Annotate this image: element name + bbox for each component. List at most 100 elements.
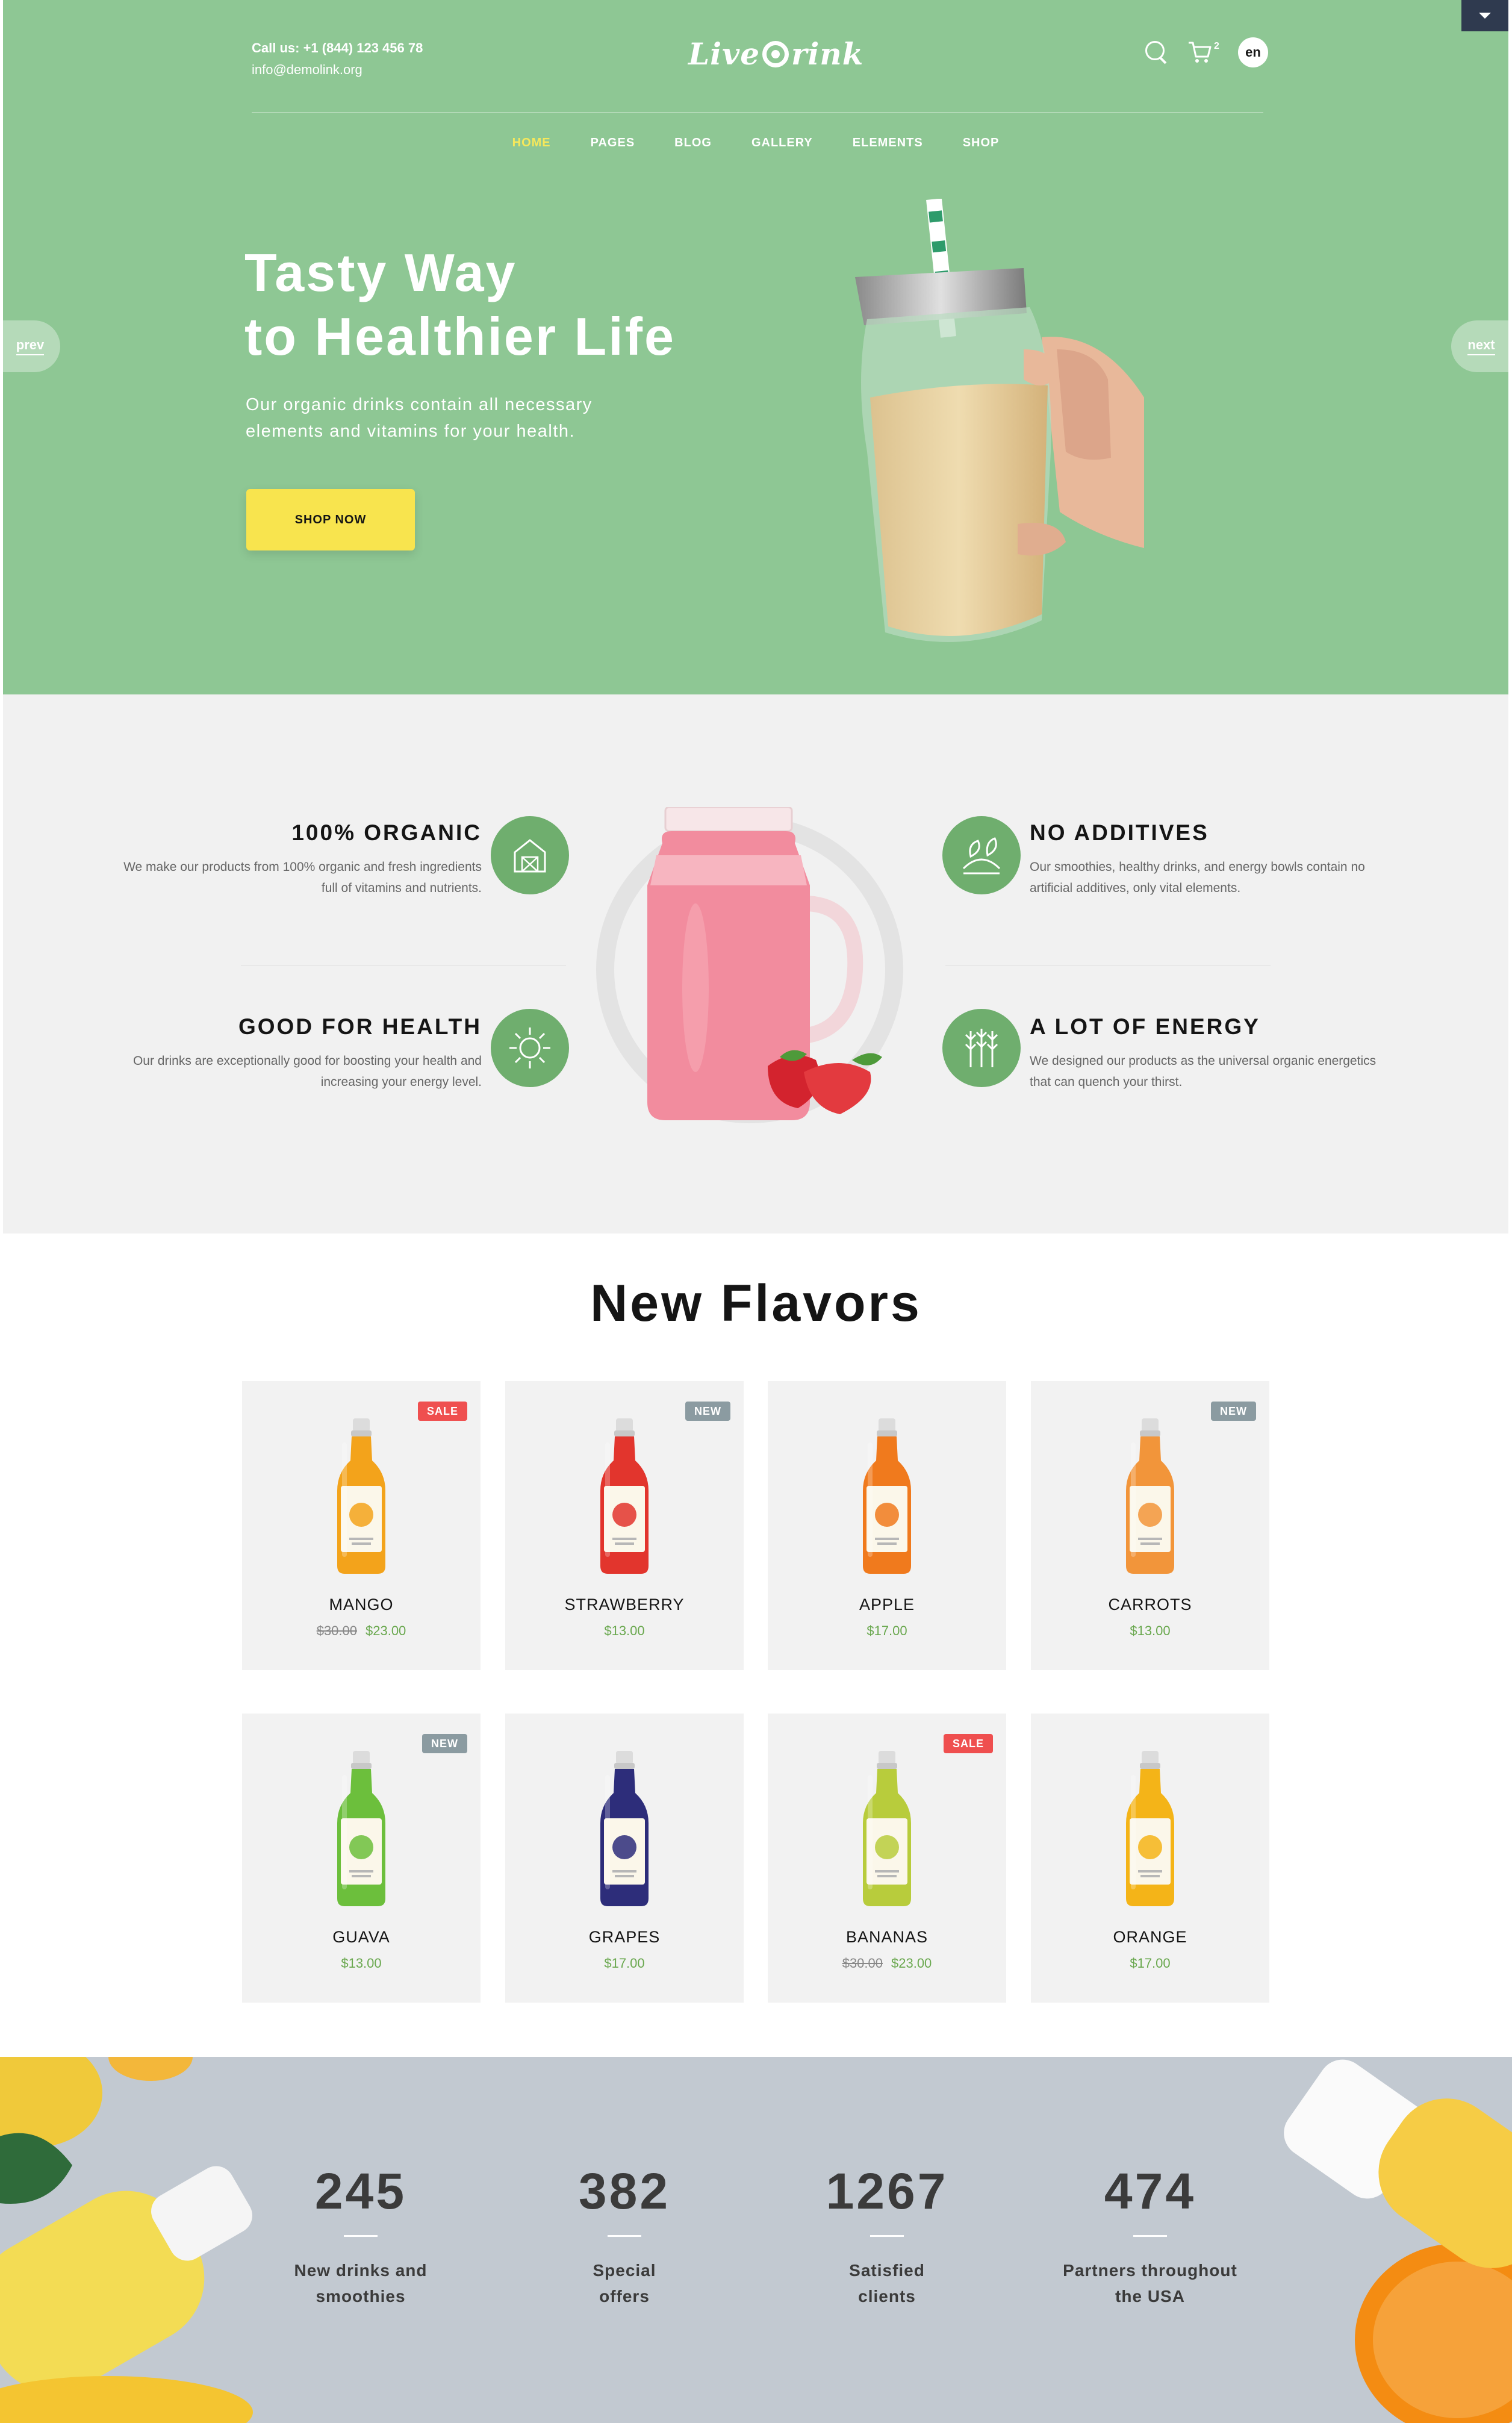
wheat-icon (942, 1009, 1021, 1087)
contact-info: Call us: +1 (844) 123 456 78 info@demoli… (252, 37, 423, 81)
juice-bottle-image (863, 1418, 911, 1574)
stat-label-line1: Satisfied (849, 2261, 925, 2280)
juice-bottle-image (337, 1751, 385, 1906)
stat-label-line2: the USA (1115, 2287, 1185, 2306)
stat-number: 382 (578, 2163, 671, 2219)
stat-label: Partners throughout the USA (1036, 2257, 1265, 2309)
current-price: $23.00 (366, 1623, 406, 1638)
product-price: $13.00 (1031, 1623, 1269, 1639)
product-name[interactable]: GUAVA (242, 1928, 481, 1947)
nav-item-blog[interactable]: BLOG (655, 136, 732, 150)
stat-label-line2: clients (858, 2287, 916, 2306)
product-card[interactable]: APPLE $17.00 (768, 1381, 1006, 1670)
product-card[interactable]: NEW CARROTS $13.00 (1031, 1381, 1269, 1670)
new-badge: NEW (1211, 1402, 1256, 1421)
cart-count-badge: 2 (1214, 41, 1219, 51)
leaves-icon (942, 816, 1021, 894)
stats-section: 245 New drinks and smoothies 382 Special… (0, 2057, 1512, 2423)
slider-next-button[interactable]: next (1451, 320, 1508, 372)
hero-title-line2: to Healthier Life (244, 307, 676, 366)
product-name[interactable]: APPLE (768, 1595, 1006, 1614)
hero-section: Call us: +1 (844) 123 456 78 info@demoli… (3, 0, 1508, 694)
product-name[interactable]: ORANGE (1031, 1928, 1269, 1947)
feature-energy-desc: We designed our products as the universa… (1030, 1054, 1377, 1089)
product-price: $17.00 (1031, 1956, 1269, 1971)
email-text[interactable]: info@demolink.org (252, 59, 423, 81)
nav-item-home[interactable]: HOME (493, 136, 571, 150)
site-logo[interactable]: Live rink (688, 36, 863, 72)
product-price: $30.00 $23.00 (242, 1623, 481, 1639)
product-card[interactable]: SALE MANGO $30.00 $23.00 (242, 1381, 481, 1670)
stat-divider (344, 2235, 378, 2237)
strawberry-smoothie-jar-image (596, 807, 903, 1123)
feature-health-desc: Our drinks are exceptionally good for bo… (132, 1054, 482, 1089)
stat-label-line1: New drinks and (294, 2261, 428, 2280)
old-price: $30.00 (316, 1623, 357, 1638)
stat-label-line2: smoothies (316, 2287, 406, 2306)
stat-counter: 474 Partners throughout the USA (1036, 2162, 1265, 2309)
shop-now-button[interactable]: SHOP NOW (246, 489, 415, 550)
stat-label: Special offers (510, 2257, 739, 2309)
product-card[interactable]: NEW STRAWBERRY $13.00 (505, 1381, 744, 1670)
prev-label: prev (16, 337, 45, 355)
panel-toggle-button[interactable] (1461, 0, 1508, 31)
stat-divider (608, 2235, 641, 2237)
sale-badge: SALE (417, 1402, 467, 1421)
current-price: $13.00 (604, 1623, 645, 1638)
product-card[interactable]: ORANGE $17.00 (1031, 1714, 1269, 2003)
new-badge: NEW (422, 1734, 467, 1753)
sun-icon (491, 1009, 569, 1087)
product-card[interactable]: GRAPES $17.00 (505, 1714, 744, 2003)
nav-item-shop[interactable]: SHOP (943, 136, 1019, 150)
product-name[interactable]: CARROTS (1031, 1595, 1269, 1614)
juice-bottle-image (337, 1418, 385, 1574)
nav-item-elements[interactable]: ELEMENTS (833, 136, 943, 150)
feature-health: GOOD FOR HEALTH Our drinks are exception… (120, 1014, 482, 1093)
product-card[interactable]: SALE BANANAS $30.00 $23.00 (768, 1714, 1006, 2003)
cart-icon[interactable]: 2 (1187, 40, 1220, 65)
juice-bottle-image (863, 1751, 911, 1906)
fruit-background-image (0, 2057, 1512, 2423)
header-icons: 2 en (1144, 37, 1268, 67)
stat-number: 474 (1104, 2163, 1196, 2219)
current-price: $13.00 (1130, 1623, 1171, 1638)
hero-description: Our organic drinks contain all necessary… (246, 395, 593, 441)
feature-organic-title: 100% ORGANIC (291, 820, 482, 845)
smoothie-jar-hand-image (855, 199, 1144, 642)
hero-title: Tasty Way to Healthier Life (244, 241, 676, 369)
search-icon[interactable] (1144, 40, 1169, 65)
juice-bottle-image (1126, 1418, 1174, 1574)
nav-item-pages[interactable]: PAGES (571, 136, 655, 150)
product-price: $17.00 (505, 1956, 744, 1971)
current-price: $17.00 (1130, 1956, 1171, 1971)
juice-bottle-image (600, 1418, 649, 1574)
current-price: $17.00 (604, 1956, 645, 1971)
product-name[interactable]: GRAPES (505, 1928, 744, 1947)
product-name[interactable]: MANGO (242, 1595, 481, 1614)
barn-icon (491, 816, 569, 894)
feature-energy-title: A LOT OF ENERGY (1030, 1014, 1260, 1039)
sale-badge: SALE (943, 1734, 993, 1753)
stat-label-line1: Special (593, 2261, 656, 2280)
logo-swirl-icon (762, 40, 789, 67)
product-card[interactable]: NEW GUAVA $13.00 (242, 1714, 481, 2003)
new-flavors-title: New Flavors (590, 1274, 922, 1332)
hero-title-line1: Tasty Way (244, 243, 517, 302)
stat-counter: 245 New drinks and smoothies (246, 2162, 475, 2309)
product-price: $13.00 (242, 1956, 481, 1971)
product-name[interactable]: BANANAS (768, 1928, 1006, 1947)
header-divider (252, 112, 1263, 113)
juice-bottle-image (1126, 1751, 1174, 1906)
stat-label-line2: offers (599, 2287, 650, 2306)
next-label: next (1467, 337, 1495, 355)
stat-label: Satisfied clients (773, 2257, 1001, 2309)
juice-bottle-image (600, 1751, 649, 1906)
language-switcher[interactable]: en (1238, 37, 1268, 67)
phone-text[interactable]: Call us: +1 (844) 123 456 78 (252, 37, 423, 59)
nav-item-gallery[interactable]: GALLERY (732, 136, 833, 150)
current-price: $13.00 (341, 1956, 382, 1971)
product-price: $17.00 (768, 1623, 1006, 1639)
product-name[interactable]: STRAWBERRY (505, 1595, 744, 1614)
slider-prev-button[interactable]: prev (3, 320, 60, 372)
feature-organic-desc: We make our products from 100% organic a… (123, 860, 482, 895)
